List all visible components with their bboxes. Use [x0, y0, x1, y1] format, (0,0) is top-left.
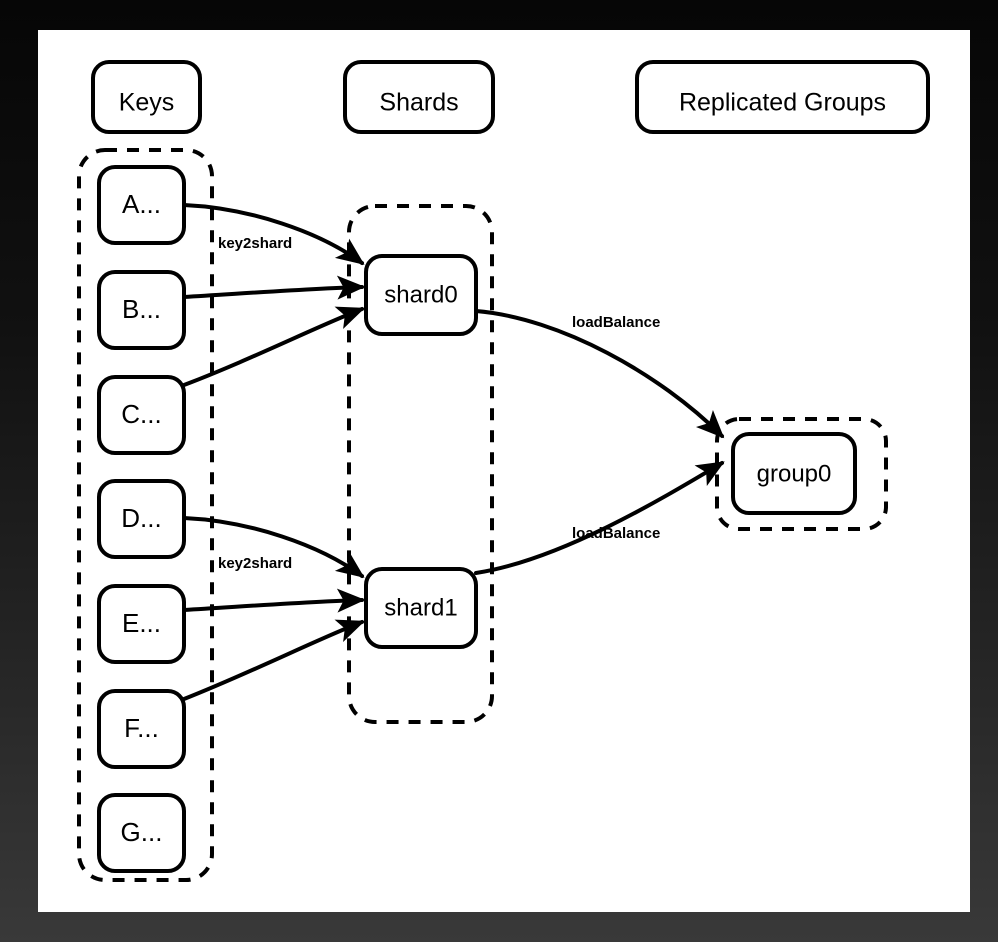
edge-label-key2shard-top: key2shard: [218, 235, 292, 252]
node-key-b-label: B...: [122, 294, 161, 324]
node-key-g-label: G...: [121, 817, 163, 847]
node-group0[interactable]: group0: [731, 432, 857, 515]
header-shards-label: Shards: [379, 89, 458, 117]
node-key-e[interactable]: E...: [97, 584, 186, 664]
edge-label-loadbalance-bottom: loadBalance: [572, 525, 660, 542]
node-shard0[interactable]: shard0: [364, 254, 478, 336]
header-groups-label: Replicated Groups: [679, 89, 886, 117]
header-replicated-groups[interactable]: Replicated Groups: [635, 60, 930, 134]
node-shard1-label: shard1: [384, 594, 457, 621]
header-keys-label: Keys: [119, 89, 175, 117]
header-shards[interactable]: Shards: [343, 60, 495, 134]
node-key-d[interactable]: D...: [97, 479, 186, 559]
node-key-a[interactable]: A...: [97, 165, 186, 245]
node-key-d-label: D...: [121, 503, 161, 533]
shardkv-architecture-diagram: Keys Shards Replicated Groups key2shard …: [77, 60, 930, 882]
node-key-f[interactable]: F...: [97, 689, 186, 769]
header-keys[interactable]: Keys: [91, 60, 202, 134]
node-group0-label: group0: [757, 460, 832, 487]
node-key-f-label: F...: [124, 713, 159, 743]
node-shard0-label: shard0: [384, 281, 457, 308]
edge-key-b-to-shard0: [182, 275, 366, 300]
node-key-c[interactable]: C...: [97, 375, 186, 455]
edge-label-loadbalance-top: loadBalance: [572, 314, 660, 331]
node-key-c-label: C...: [121, 399, 161, 429]
node-shard1[interactable]: shard1: [364, 567, 478, 649]
edge-label-key2shard-bottom: key2shard: [218, 555, 292, 572]
node-key-a-label: A...: [122, 189, 161, 219]
node-key-g[interactable]: G...: [97, 793, 186, 873]
node-key-b[interactable]: B...: [97, 270, 186, 350]
diagram-root: Keys Shards Replicated Groups key2shard …: [0, 0, 998, 942]
edge-shard1-to-group0: [474, 461, 725, 575]
node-key-e-label: E...: [122, 608, 161, 638]
